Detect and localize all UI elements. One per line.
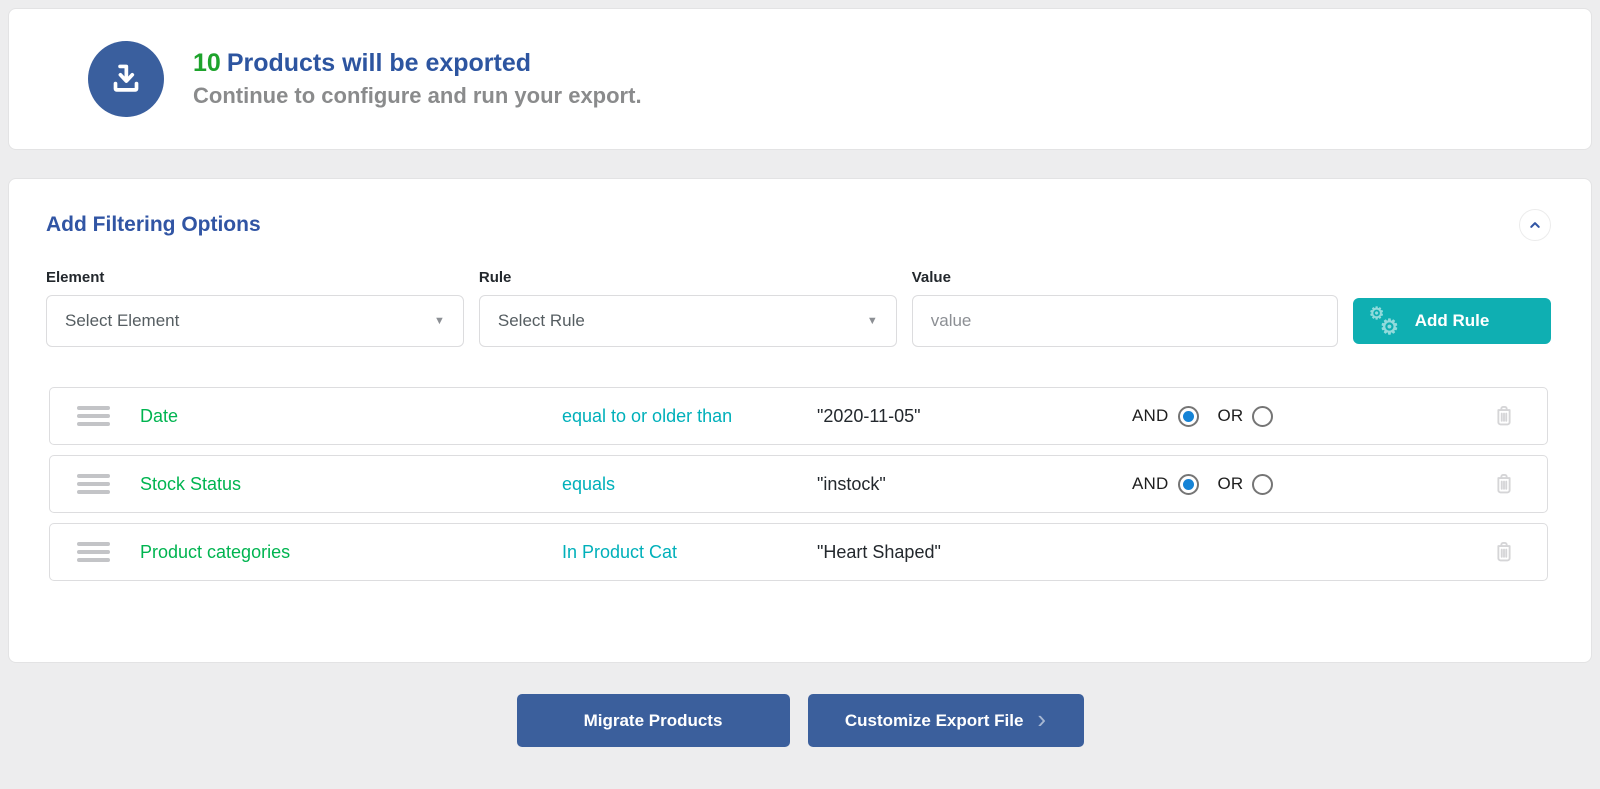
chevron-right-icon: ›	[1037, 706, 1046, 732]
rule-value: "Heart Shaped"	[817, 542, 1132, 563]
rule-value: "2020-11-05"	[817, 406, 1132, 427]
export-title-text: Products will be exported	[227, 49, 531, 77]
rule-condition: equal to or older than	[562, 406, 817, 427]
and-label: AND	[1132, 474, 1169, 494]
export-count: 10	[193, 49, 221, 77]
filtering-options-card: Add Filtering Options Element Select Ele…	[8, 178, 1592, 663]
rule-element-name: Stock Status	[115, 474, 562, 495]
customize-export-file-label: Customize Export File	[845, 711, 1024, 731]
chevron-up-icon	[1526, 216, 1544, 234]
rule-value: "instock"	[817, 474, 1132, 495]
export-summary-card: 10Products will be exported Continue to …	[8, 8, 1592, 150]
or-label: OR	[1218, 474, 1244, 494]
element-label: Element	[46, 269, 464, 286]
export-subtitle: Continue to configure and run your expor…	[193, 83, 642, 109]
drag-handle-icon[interactable]	[77, 474, 115, 494]
or-radio[interactable]	[1252, 406, 1273, 427]
and-label: AND	[1132, 406, 1169, 426]
migrate-products-button[interactable]: Migrate Products	[517, 694, 790, 747]
rule-element-name: Date	[115, 406, 562, 427]
and-radio[interactable]	[1178, 406, 1199, 427]
caret-down-icon: ▼	[434, 315, 445, 327]
and-radio[interactable]	[1178, 474, 1199, 495]
rule-condition: equals	[562, 474, 817, 495]
migrate-products-label: Migrate Products	[584, 711, 723, 731]
bottom-actions: Migrate Products Customize Export File ›	[0, 694, 1600, 747]
trash-icon	[1489, 536, 1519, 566]
filter-panel-title: Add Filtering Options	[46, 213, 261, 237]
filter-rule-row-product-categories: Product categories In Product Cat "Heart…	[49, 523, 1548, 581]
add-rule-label: Add Rule	[1415, 311, 1490, 331]
delete-rule-button[interactable]	[1489, 536, 1519, 569]
delete-rule-button[interactable]	[1489, 468, 1519, 501]
rule-field-group: Rule Select Rule ▼	[479, 269, 897, 347]
value-label: Value	[912, 269, 1338, 286]
element-select[interactable]: Select Element ▼	[46, 295, 464, 347]
customize-export-file-button[interactable]: Customize Export File ›	[808, 694, 1084, 747]
element-select-value: Select Element	[65, 311, 179, 331]
filter-rule-row-date: Date equal to or older than "2020-11-05"…	[49, 387, 1548, 445]
element-field-group: Element Select Element ▼	[46, 269, 464, 347]
download-icon	[88, 41, 164, 117]
logic-selector: AND OR	[1132, 406, 1473, 427]
collapse-panel-button[interactable]	[1519, 209, 1551, 241]
filter-rule-row-stock-status: Stock Status equals "instock" AND OR	[49, 455, 1548, 513]
rule-select[interactable]: Select Rule ▼	[479, 295, 897, 347]
delete-rule-button[interactable]	[1489, 400, 1519, 433]
value-input[interactable]	[912, 295, 1338, 347]
filter-rules-list: Date equal to or older than "2020-11-05"…	[49, 387, 1548, 581]
or-radio[interactable]	[1252, 474, 1273, 495]
drag-handle-icon[interactable]	[77, 406, 115, 426]
add-rule-button[interactable]: ⚙⚙ Add Rule	[1353, 298, 1551, 344]
value-field-group: Value	[912, 269, 1338, 347]
drag-handle-icon[interactable]	[77, 542, 115, 562]
trash-icon	[1489, 468, 1519, 498]
rule-condition: In Product Cat	[562, 542, 817, 563]
export-count-title: 10Products will be exported	[193, 49, 642, 78]
rule-element-name: Product categories	[115, 542, 562, 563]
gears-icon: ⚙⚙	[1369, 304, 1403, 338]
caret-down-icon: ▼	[867, 315, 878, 327]
or-label: OR	[1218, 406, 1244, 426]
rule-select-value: Select Rule	[498, 311, 585, 331]
logic-selector: AND OR	[1132, 474, 1473, 495]
rule-label: Rule	[479, 269, 897, 286]
trash-icon	[1489, 400, 1519, 430]
